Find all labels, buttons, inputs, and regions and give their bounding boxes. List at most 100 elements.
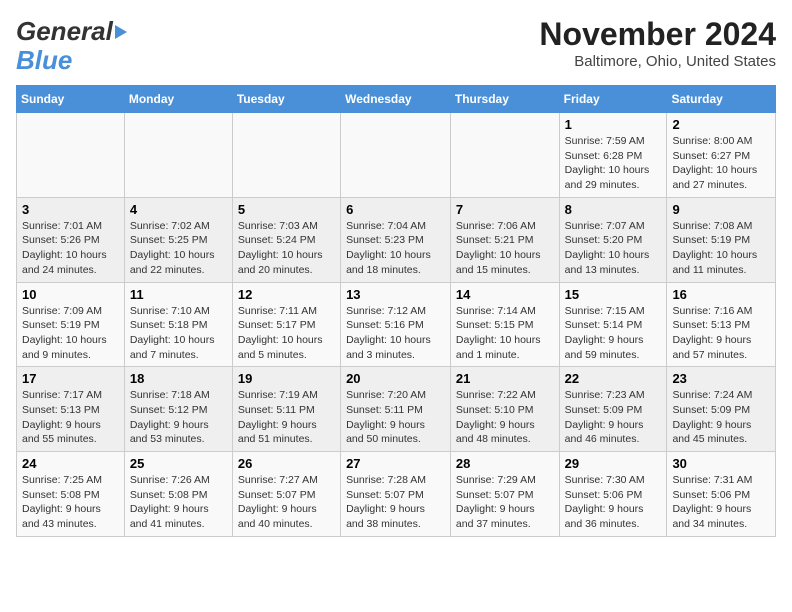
logo: General Blue xyxy=(16,16,127,73)
day-info: Sunrise: 7:10 AMSunset: 5:18 PMDaylight:… xyxy=(130,304,227,363)
day-info: Sunrise: 7:20 AMSunset: 5:11 PMDaylight:… xyxy=(346,388,445,447)
calendar-cell: 22 Sunrise: 7:23 AMSunset: 5:09 PMDayligh… xyxy=(559,367,667,452)
calendar-week-row: 24 Sunrise: 7:25 AMSunset: 5:08 PMDayligh… xyxy=(17,452,776,537)
day-info: Sunrise: 7:11 AMSunset: 5:17 PMDaylight:… xyxy=(238,304,335,363)
calendar-table: SundayMondayTuesdayWednesdayThursdayFrid… xyxy=(16,85,776,537)
day-number: 27 xyxy=(346,456,445,471)
calendar-cell xyxy=(124,113,232,198)
calendar-week-row: 1 Sunrise: 7:59 AMSunset: 6:28 PMDaylight… xyxy=(17,113,776,198)
calendar-cell: 16Sunrise: 7:16 AMSunset: 5:13 PMDayligh… xyxy=(667,282,776,367)
weekday-header: Sunday xyxy=(17,86,125,113)
day-number: 6 xyxy=(346,202,445,217)
calendar-cell: 20 Sunrise: 7:20 AMSunset: 5:11 PMDayligh… xyxy=(341,367,451,452)
day-info: Sunrise: 8:00 AMSunset: 6:27 PMDaylight:… xyxy=(672,134,770,193)
day-number: 18 xyxy=(130,371,227,386)
weekday-header: Tuesday xyxy=(232,86,340,113)
calendar-cell: 28 Sunrise: 7:29 AMSunset: 5:07 PMDayligh… xyxy=(450,452,559,537)
logo-arrow-icon xyxy=(115,25,127,39)
weekday-header: Friday xyxy=(559,86,667,113)
day-number: 19 xyxy=(238,371,335,386)
day-info: Sunrise: 7:04 AMSunset: 5:23 PMDaylight:… xyxy=(346,219,445,278)
day-info: Sunrise: 7:23 AMSunset: 5:09 PMDaylight:… xyxy=(565,388,662,447)
day-number: 12 xyxy=(238,287,335,302)
calendar-cell: 26 Sunrise: 7:27 AMSunset: 5:07 PMDayligh… xyxy=(232,452,340,537)
day-info: Sunrise: 7:14 AMSunset: 5:15 PMDaylight:… xyxy=(456,304,554,363)
day-number: 24 xyxy=(22,456,119,471)
calendar-cell: 1 Sunrise: 7:59 AMSunset: 6:28 PMDaylight… xyxy=(559,113,667,198)
calendar-cell: 4Sunrise: 7:02 AMSunset: 5:25 PMDaylight… xyxy=(124,197,232,282)
day-number: 23 xyxy=(672,371,770,386)
day-info: Sunrise: 7:02 AMSunset: 5:25 PMDaylight:… xyxy=(130,219,227,278)
day-info: Sunrise: 7:07 AMSunset: 5:20 PMDaylight:… xyxy=(565,219,662,278)
day-number: 9 xyxy=(672,202,770,217)
day-number: 7 xyxy=(456,202,554,217)
calendar-cell: 19 Sunrise: 7:19 AMSunset: 5:11 PMDayligh… xyxy=(232,367,340,452)
day-info: Sunrise: 7:59 AMSunset: 6:28 PMDaylight:… xyxy=(565,134,662,193)
calendar-cell: 5Sunrise: 7:03 AMSunset: 5:24 PMDaylight… xyxy=(232,197,340,282)
calendar-cell: 15Sunrise: 7:15 AMSunset: 5:14 PMDayligh… xyxy=(559,282,667,367)
day-number: 10 xyxy=(22,287,119,302)
day-info: Sunrise: 7:29 AMSunset: 5:07 PMDaylight:… xyxy=(456,473,554,532)
calendar-cell: 3 Sunrise: 7:01 AMSunset: 5:26 PMDaylight… xyxy=(17,197,125,282)
month-title: November 2024 xyxy=(539,16,776,53)
day-info: Sunrise: 7:27 AMSunset: 5:07 PMDaylight:… xyxy=(238,473,335,532)
day-info: Sunrise: 7:12 AMSunset: 5:16 PMDaylight:… xyxy=(346,304,445,363)
logo-general: General xyxy=(16,16,113,47)
day-number: 22 xyxy=(565,371,662,386)
day-info: Sunrise: 7:09 AMSunset: 5:19 PMDaylight:… xyxy=(22,304,119,363)
page-header: General Blue November 2024 Baltimore, Oh… xyxy=(16,16,776,73)
day-number: 2 xyxy=(672,117,770,132)
calendar-cell xyxy=(17,113,125,198)
calendar-cell: 21 Sunrise: 7:22 AMSunset: 5:10 PMDayligh… xyxy=(450,367,559,452)
calendar-cell: 13 Sunrise: 7:12 AMSunset: 5:16 PMDayligh… xyxy=(341,282,451,367)
day-number: 17 xyxy=(22,371,119,386)
calendar-cell: 25Sunrise: 7:26 AMSunset: 5:08 PMDayligh… xyxy=(124,452,232,537)
day-info: Sunrise: 7:31 AMSunset: 5:06 PMDaylight:… xyxy=(672,473,770,532)
calendar-cell: 14 Sunrise: 7:14 AMSunset: 5:15 PMDayligh… xyxy=(450,282,559,367)
day-info: Sunrise: 7:03 AMSunset: 5:24 PMDaylight:… xyxy=(238,219,335,278)
weekday-header-row: SundayMondayTuesdayWednesdayThursdayFrid… xyxy=(17,86,776,113)
calendar-week-row: 10 Sunrise: 7:09 AMSunset: 5:19 PMDayligh… xyxy=(17,282,776,367)
day-number: 14 xyxy=(456,287,554,302)
day-number: 21 xyxy=(456,371,554,386)
day-info: Sunrise: 7:28 AMSunset: 5:07 PMDaylight:… xyxy=(346,473,445,532)
weekday-header: Saturday xyxy=(667,86,776,113)
calendar-cell xyxy=(341,113,451,198)
day-info: Sunrise: 7:19 AMSunset: 5:11 PMDaylight:… xyxy=(238,388,335,447)
calendar-cell: 7 Sunrise: 7:06 AMSunset: 5:21 PMDaylight… xyxy=(450,197,559,282)
day-number: 28 xyxy=(456,456,554,471)
weekday-header: Thursday xyxy=(450,86,559,113)
day-info: Sunrise: 7:08 AMSunset: 5:19 PMDaylight:… xyxy=(672,219,770,278)
calendar-cell xyxy=(450,113,559,198)
day-info: Sunrise: 7:16 AMSunset: 5:13 PMDaylight:… xyxy=(672,304,770,363)
calendar-cell: 10 Sunrise: 7:09 AMSunset: 5:19 PMDayligh… xyxy=(17,282,125,367)
logo-blue: Blue xyxy=(16,47,127,73)
day-number: 1 xyxy=(565,117,662,132)
day-number: 3 xyxy=(22,202,119,217)
day-number: 8 xyxy=(565,202,662,217)
day-number: 25 xyxy=(130,456,227,471)
day-number: 26 xyxy=(238,456,335,471)
calendar-cell: 23Sunrise: 7:24 AMSunset: 5:09 PMDayligh… xyxy=(667,367,776,452)
day-number: 11 xyxy=(130,287,227,302)
day-number: 20 xyxy=(346,371,445,386)
day-info: Sunrise: 7:18 AMSunset: 5:12 PMDaylight:… xyxy=(130,388,227,447)
calendar-cell: 18 Sunrise: 7:18 AMSunset: 5:12 PMDayligh… xyxy=(124,367,232,452)
day-number: 15 xyxy=(565,287,662,302)
calendar-cell: 29Sunrise: 7:30 AMSunset: 5:06 PMDayligh… xyxy=(559,452,667,537)
day-info: Sunrise: 7:06 AMSunset: 5:21 PMDaylight:… xyxy=(456,219,554,278)
day-info: Sunrise: 7:01 AMSunset: 5:26 PMDaylight:… xyxy=(22,219,119,278)
day-number: 13 xyxy=(346,287,445,302)
calendar-cell xyxy=(232,113,340,198)
calendar-cell: 2 Sunrise: 8:00 AMSunset: 6:27 PMDaylight… xyxy=(667,113,776,198)
calendar-cell: 12 Sunrise: 7:11 AMSunset: 5:17 PMDayligh… xyxy=(232,282,340,367)
weekday-header: Wednesday xyxy=(341,86,451,113)
day-number: 29 xyxy=(565,456,662,471)
calendar-week-row: 17 Sunrise: 7:17 AMSunset: 5:13 PMDayligh… xyxy=(17,367,776,452)
day-info: Sunrise: 7:25 AMSunset: 5:08 PMDaylight:… xyxy=(22,473,119,532)
calendar-cell: 11 Sunrise: 7:10 AMSunset: 5:18 PMDayligh… xyxy=(124,282,232,367)
calendar-cell: 27 Sunrise: 7:28 AMSunset: 5:07 PMDayligh… xyxy=(341,452,451,537)
day-info: Sunrise: 7:22 AMSunset: 5:10 PMDaylight:… xyxy=(456,388,554,447)
day-info: Sunrise: 7:17 AMSunset: 5:13 PMDaylight:… xyxy=(22,388,119,447)
calendar-cell: 6 Sunrise: 7:04 AMSunset: 5:23 PMDaylight… xyxy=(341,197,451,282)
